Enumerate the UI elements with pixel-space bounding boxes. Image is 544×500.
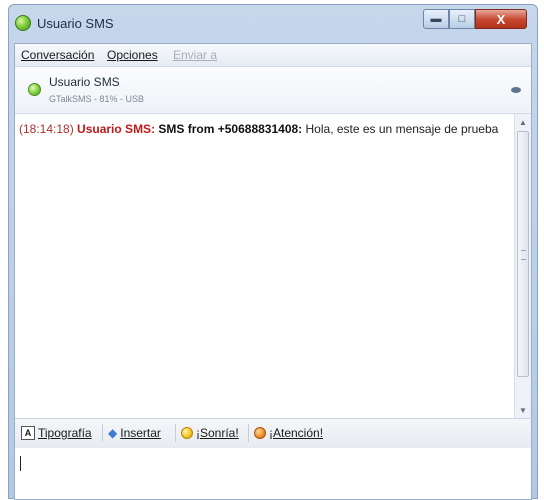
insert-icon: ◆ [108,426,118,440]
font-button[interactable]: A Tipografía [21,426,92,440]
message-sender-name: Usuario SMS [77,122,152,136]
font-icon: A [21,426,35,440]
minimize-button[interactable]: ▬ [423,9,449,29]
message-timestamp: (18:14:18) [19,122,74,136]
chat-message: (18:14:18) Usuario SMS: SMS from +506888… [19,120,509,138]
font-button-label: Tipografía [38,426,92,440]
insert-button-label: Insertar [120,426,161,440]
window-client-area: Conversación Opciones Enviar a Usuario S… [14,43,532,500]
menu-opciones-label: Opciones [107,48,158,62]
menu-enviar-a-label: Enviar a [173,48,218,62]
maximize-button[interactable]: □ [449,9,475,29]
menu-conversacion-label: Conversación [21,48,95,62]
contact-subtitle: GTalkSMS - 81% - USB [49,94,145,104]
app-status-icon [15,15,31,31]
scroll-up-icon[interactable]: ▲ [515,114,531,130]
scroll-thumb[interactable] [517,131,529,377]
contact-options-icon[interactable] [511,87,521,93]
attention-button[interactable]: ¡Atención! [254,426,323,440]
message-from: SMS from +50688831408: [158,122,303,136]
message-input[interactable] [15,448,531,499]
toolbar-divider [102,424,103,442]
message-sender: Usuario SMS: [77,122,156,136]
menu-opciones[interactable]: Opciones [107,48,158,62]
maximize-icon: □ [458,13,466,25]
text-caret [20,456,21,471]
attention-icon [254,427,266,439]
online-status-icon [28,83,41,96]
contact-header: Usuario SMS GTalkSMS - 81% - USB [15,67,531,114]
conversation-log[interactable]: (18:14:18) Usuario SMS: SMS from +506888… [15,114,515,418]
conversation-scrollbar[interactable]: ▲ ▼ [514,114,531,418]
format-toolbar: A Tipografía ◆ Insertar ¡Sonría! ¡Atenci… [15,418,531,449]
message-text: Hola, este es un mensaje de prueba [305,122,499,136]
menu-bar: Conversación Opciones Enviar a [15,44,531,67]
contact-name: Usuario SMS [49,75,120,89]
smile-button[interactable]: ¡Sonría! [181,426,239,440]
smile-button-label: ¡Sonría! [196,426,239,440]
close-button[interactable]: X [475,9,527,29]
insert-button[interactable]: ◆ Insertar [108,426,161,440]
toolbar-divider [175,424,176,442]
close-icon: X [496,11,506,27]
window-title: Usuario SMS [37,16,114,31]
chat-window: Usuario SMS ▬ □ X Conversación Opciones … [8,4,538,500]
scroll-grip-icon [521,250,526,260]
smiley-icon [181,427,193,439]
attention-button-label: ¡Atención! [269,426,324,440]
minimize-icon: ▬ [430,13,442,25]
toolbar-divider [248,424,249,442]
title-bar[interactable]: Usuario SMS ▬ □ X [9,5,537,43]
menu-enviar-a: Enviar a [173,48,217,62]
menu-conversacion[interactable]: Conversación [21,48,94,62]
scroll-down-icon[interactable]: ▼ [515,402,531,418]
